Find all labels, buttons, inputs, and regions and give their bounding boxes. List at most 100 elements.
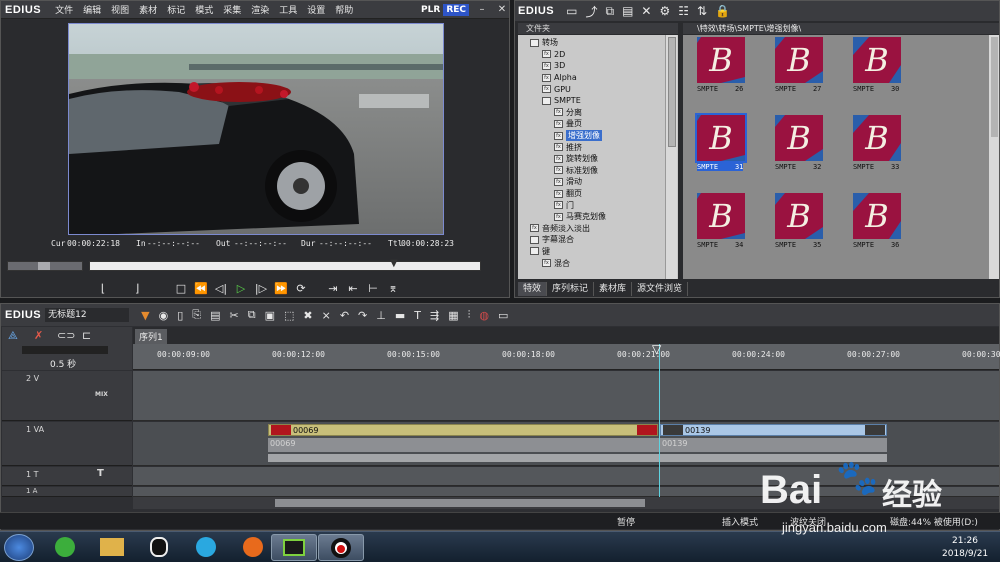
taskbar-media[interactable] — [183, 534, 229, 561]
tab-sequence1[interactable]: 序列1 — [135, 329, 167, 344]
menu-marker[interactable]: 标记 — [167, 3, 185, 16]
title-icon[interactable]: T — [414, 309, 421, 322]
loop-icon[interactable]: ⟳ — [291, 281, 311, 297]
stop-icon[interactable]: □ — [171, 281, 191, 297]
taskbar-edius[interactable] — [271, 534, 317, 561]
effect-thumbnail[interactable]: B — [775, 115, 823, 161]
start-button[interactable] — [4, 534, 34, 561]
position-slider[interactable]: ▼ — [89, 258, 481, 272]
open-icon[interactable]: ⎘ — [192, 308, 201, 322]
tab-bin[interactable]: 素材库 — [594, 282, 633, 296]
menu-edit[interactable]: 编辑 — [83, 3, 101, 16]
tab-sequence-markers[interactable]: 序列标记 — [547, 282, 595, 296]
ripple-delete-icon[interactable]: ⨯ — [322, 309, 331, 322]
effect-thumbnail[interactable]: B — [775, 193, 823, 239]
thumb-scrollbar-thumb[interactable] — [990, 37, 998, 137]
new-project-icon[interactable]: ▼ — [141, 309, 149, 322]
rec-toggle[interactable]: REC — [443, 3, 469, 16]
menu-render[interactable]: 渲染 — [251, 3, 269, 16]
view-mode-icon[interactable]: ☷ — [678, 4, 689, 18]
snap-icon[interactable]: ⊥ — [376, 309, 386, 322]
shuttle-handle[interactable] — [38, 262, 50, 270]
timeline-ruler[interactable]: 00:00:09:00 00:00:12:00 00:00:15:00 00:00:1… — [133, 344, 1000, 370]
effect-thumbnail[interactable]: B — [853, 37, 901, 83]
effect-thumbnail[interactable]: B — [853, 115, 901, 161]
position-handle[interactable]: ▼ — [390, 258, 400, 272]
effect-thumbnail[interactable]: B — [697, 37, 745, 83]
undo-icon[interactable]: ↶ — [340, 309, 349, 322]
next-frame-icon[interactable]: |▷ — [251, 281, 271, 297]
tree-item[interactable]: fx 音频淡入淡出 — [518, 223, 678, 235]
taskbar-app-green[interactable] — [42, 534, 88, 561]
paste-clip-icon[interactable]: ▣ — [265, 309, 275, 322]
folder-icon[interactable]: ▭ — [566, 4, 577, 18]
up-folder-icon[interactable]: ⤴ — [585, 3, 597, 20]
replace-icon[interactable]: ⬚ — [284, 309, 294, 322]
layout-icon[interactable]: ▭ — [498, 309, 508, 322]
thumb-scrollbar[interactable] — [989, 35, 999, 279]
render-icon[interactable]: ⇶ — [430, 309, 439, 322]
tree-item[interactable]: fx 混合 — [518, 257, 678, 269]
taskbar-recorder[interactable] — [318, 534, 364, 561]
copy-clip-icon[interactable]: ⧉ — [248, 308, 256, 322]
split-icon[interactable]: ⊢ — [363, 281, 383, 297]
grid-icon[interactable]: ▦ — [448, 309, 458, 322]
zoom-slider[interactable] — [22, 346, 108, 354]
taskbar-qq[interactable] — [136, 534, 182, 561]
group-icon[interactable]: ⊏ — [82, 329, 91, 342]
tree-item[interactable]: fx 马赛克划像 — [518, 211, 678, 223]
menu-view[interactable]: 视图 — [111, 3, 129, 16]
menu-help[interactable]: 帮助 — [335, 3, 353, 16]
menu-clip[interactable]: 素材 — [139, 3, 157, 16]
output-icon[interactable]: ⌆ — [383, 281, 403, 297]
play-icon[interactable]: ▷ — [231, 281, 251, 297]
effect-thumbnail[interactable]: B — [775, 37, 823, 83]
record-voice-icon[interactable]: ◉ — [159, 309, 169, 322]
tree-item[interactable]: fx 旋转划像 — [518, 153, 678, 165]
rewind-icon[interactable]: ⏪ — [191, 281, 211, 297]
tree-item[interactable]: fx 推挤 — [518, 141, 678, 153]
tree-item[interactable]: fx 滑动 — [518, 176, 678, 188]
menu-settings[interactable]: 设置 — [307, 3, 325, 16]
new-sequence-icon[interactable]: ▯ — [177, 309, 183, 322]
clip-00139[interactable]: 00139 — [660, 424, 887, 436]
shuttle-slider[interactable] — [7, 261, 83, 271]
fast-forward-icon[interactable]: ⏩ — [271, 281, 291, 297]
tab-source-browser[interactable]: 源文件浏览 — [632, 282, 689, 296]
tree-item[interactable]: 转场 — [518, 37, 678, 49]
save-icon[interactable]: ▤ — [210, 309, 220, 322]
delete-icon[interactable]: ✕ — [641, 4, 651, 18]
audio-mixer-icon[interactable]: ⫶ — [468, 308, 471, 322]
effect-thumbnail[interactable]: B — [695, 113, 747, 163]
set-out-icon[interactable]: ⌋ — [127, 281, 147, 297]
effect-settings-icon[interactable]: ⚙ — [659, 4, 670, 18]
mode-icon[interactable]: ⟁ — [8, 329, 18, 343]
playhead-marker-icon[interactable]: ▽ — [652, 342, 661, 356]
tree-item[interactable]: fx 标准划像 — [518, 165, 678, 177]
track-v2[interactable] — [133, 371, 999, 421]
insert-timeline-icon[interactable]: ⇥ — [323, 281, 343, 297]
tree-item[interactable]: fx 3D — [518, 60, 678, 72]
tree-item[interactable]: 字幕混合 — [518, 234, 678, 246]
tree-item[interactable]: 键 — [518, 246, 678, 258]
playhead[interactable] — [659, 344, 660, 497]
tree-item[interactable]: fx 翻页 — [518, 188, 678, 200]
color-icon[interactable]: ◍ — [479, 309, 489, 322]
timeline-scrollbar-thumb[interactable] — [275, 499, 645, 507]
tree-item[interactable]: SMPTE — [518, 95, 678, 107]
sync-icon[interactable]: ✗ — [34, 329, 43, 342]
taskbar-explorer[interactable] — [89, 534, 135, 561]
clip-00069[interactable]: 00069 — [268, 424, 658, 436]
cut-icon[interactable]: ✂ — [229, 309, 238, 322]
tree-scrollbar-thumb[interactable] — [667, 37, 676, 147]
tree-item[interactable]: fx 增强划像 — [518, 130, 678, 142]
tab-effects[interactable]: 特效 — [518, 282, 548, 296]
overwrite-timeline-icon[interactable]: ⇤ — [343, 281, 363, 297]
sort-icon[interactable]: ⇅ — [697, 4, 707, 18]
menu-capture[interactable]: 采集 — [223, 3, 241, 16]
audio-waveform[interactable]: 00069 00139 — [268, 438, 887, 452]
marker-icon[interactable]: ▬ — [395, 309, 405, 322]
tree-item[interactable]: fx 门 — [518, 199, 678, 211]
lock-icon[interactable]: 🔒 — [715, 4, 730, 18]
menu-tools[interactable]: 工具 — [279, 3, 297, 16]
